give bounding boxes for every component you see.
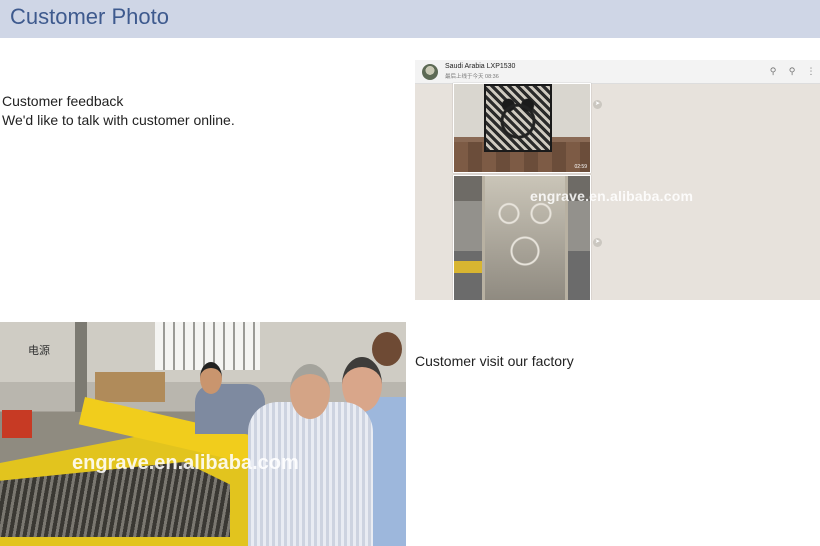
- feedback-description: We'd like to talk with customer online.: [2, 112, 235, 128]
- watermark: engrave.en.alibaba.com: [72, 452, 299, 474]
- machine: [454, 261, 484, 273]
- watermark: engrave.en.alibaba.com: [530, 188, 694, 204]
- chat-photo-panel: 02:59: [453, 83, 591, 173]
- chat-contact-name: Saudi Arabia LXP1530: [445, 63, 516, 70]
- attach-icon: ⚲: [788, 66, 796, 76]
- metal-panel: [484, 84, 552, 152]
- cardboard-boxes: [95, 372, 165, 402]
- visit-caption: Customer visit our factory: [415, 353, 574, 369]
- red-cabinet: [2, 410, 32, 438]
- chat-topbar: Saudi Arabia LXP1530 最后上线于今天 08:36 ⚲ ⚲ ⋮: [415, 60, 820, 84]
- avatar: [422, 64, 438, 80]
- factory-sign: 电源: [28, 345, 50, 357]
- chat-screenshot: Saudi Arabia LXP1530 最后上线于今天 08:36 ⚲ ⚲ ⋮…: [415, 60, 820, 300]
- forward-icon: ➤: [593, 100, 602, 109]
- chat-actions: ⚲ ⚲ ⋮: [768, 66, 816, 78]
- chat-status: 最后上线于今天 08:36: [445, 74, 499, 80]
- factory-photo: 电源: [0, 322, 406, 546]
- section-header: Customer Photo: [0, 0, 820, 38]
- feedback-heading: Customer feedback: [2, 93, 124, 109]
- forward-icon: ➤: [593, 238, 602, 247]
- more-icon: ⋮: [806, 66, 816, 76]
- photo-timestamp: 02:59: [574, 164, 587, 170]
- page: Customer Photo Customer feedback We'd li…: [0, 0, 820, 546]
- feedback-text: Customer feedback We'd like to talk with…: [2, 92, 235, 130]
- search-icon: ⚲: [769, 66, 777, 76]
- section-title: Customer Photo: [10, 4, 169, 29]
